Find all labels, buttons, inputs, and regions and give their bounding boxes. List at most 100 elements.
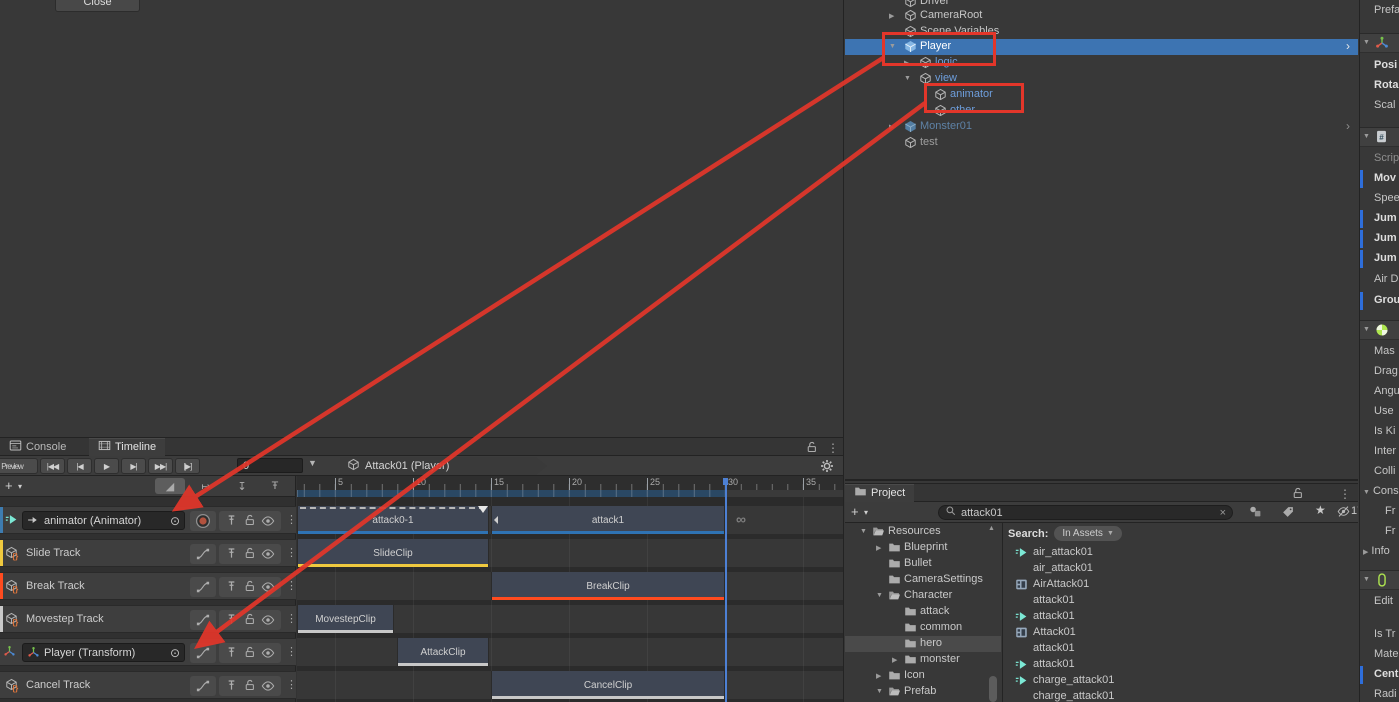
- curves-button[interactable]: [190, 577, 216, 597]
- search-input[interactable]: [961, 507, 1191, 519]
- track-menu-dots-icon[interactable]: ⋮: [286, 646, 297, 658]
- track-header-cancel-track[interactable]: {}Cancel Track⋮: [0, 671, 296, 699]
- lock-icon[interactable]: [1292, 487, 1304, 502]
- marker-pin-toggle[interactable]: Ŧ: [266, 478, 284, 494]
- result-row-charge_attack01[interactable]: charge_attack01: [1003, 689, 1358, 702]
- component-header-capsule[interactable]: ▼: [1360, 570, 1399, 590]
- gear-icon[interactable]: [820, 459, 834, 476]
- go-to-start-button[interactable]: |◀◀: [40, 458, 65, 474]
- clip-cancelclip[interactable]: CancelClip: [491, 671, 725, 699]
- object-picker-icon[interactable]: ⊙: [170, 515, 180, 527]
- track-header-animator-animator-[interactable]: animator (Animator)⊙⋮: [0, 506, 296, 534]
- lock-icon[interactable]: [806, 441, 818, 456]
- result-row-attack01[interactable]: Attack01: [1003, 625, 1358, 641]
- pin-icon[interactable]: [225, 613, 238, 627]
- clip-breakclip[interactable]: BreakClip: [491, 572, 725, 600]
- search-by-type-icon[interactable]: [1249, 505, 1262, 521]
- inspector-foldout-info[interactable]: ▶Info: [1363, 545, 1399, 557]
- pin-icon[interactable]: [225, 646, 238, 660]
- foldout-open-icon[interactable]: ▼: [1363, 576, 1370, 583]
- result-row-attack01[interactable]: attack01: [1003, 609, 1358, 625]
- scroll-up-arrow[interactable]: ▲: [988, 525, 995, 532]
- eye-icon[interactable]: [261, 580, 275, 594]
- mix-mode-button[interactable]: ◢: [155, 478, 185, 494]
- hierarchy-row-cameraroot[interactable]: ▶CameraRoot: [845, 8, 1358, 24]
- track-menu-dots-icon[interactable]: ⋮: [286, 679, 297, 691]
- track-header-slide-track[interactable]: {}Slide Track⋮: [0, 539, 296, 567]
- timeline-ruler[interactable]: 5101520253035: [297, 476, 843, 497]
- previous-frame-button[interactable]: |◀: [67, 458, 92, 474]
- clip-attack1[interactable]: attack1: [491, 506, 725, 534]
- track-menu-dots-icon[interactable]: ⋮: [286, 547, 297, 559]
- folder-row-common[interactable]: common: [845, 620, 1001, 636]
- track-header-player-transform-[interactable]: Player (Transform)⊙ ⋮: [0, 638, 296, 666]
- hidden-packages-icon[interactable]: [1337, 505, 1350, 521]
- foldout-open-icon[interactable]: ▼: [1363, 39, 1370, 46]
- folder-row-monster[interactable]: ▶monster: [845, 652, 1001, 668]
- favorites-star-icon[interactable]: ★: [1315, 503, 1326, 517]
- tab-project[interactable]: Project: [845, 484, 914, 502]
- clip-attackclip[interactable]: AttackClip: [397, 638, 489, 666]
- folder-row-blueprint[interactable]: ▶Blueprint: [845, 540, 1001, 556]
- folder-row-bullet[interactable]: Bullet: [845, 556, 1001, 572]
- clip-slideclip[interactable]: SlideClip: [297, 539, 489, 567]
- chevron-right-icon[interactable]: ›: [1346, 39, 1350, 53]
- result-row-air_attack01[interactable]: air_attack01: [1003, 561, 1358, 577]
- add-asset-dropdown-icon[interactable]: ▾: [864, 508, 868, 517]
- play-range-button[interactable]: [▶]: [175, 458, 200, 474]
- folder-row-resources[interactable]: ▼Resources: [845, 524, 1001, 540]
- tab-timeline[interactable]: Timeline: [89, 438, 165, 456]
- eye-icon[interactable]: [261, 547, 275, 561]
- component-header-transform[interactable]: ▼: [1360, 33, 1399, 53]
- hierarchy-row-view[interactable]: ▼view: [845, 71, 1358, 87]
- record-button[interactable]: [190, 511, 216, 531]
- clip-attack0-1[interactable]: attack0-1: [297, 506, 489, 534]
- result-row-air_attack01[interactable]: air_attack01: [1003, 545, 1358, 561]
- foldout-open-icon[interactable]: ▼: [876, 592, 883, 599]
- add-asset-button[interactable]: +: [851, 504, 859, 519]
- menu-dots-icon[interactable]: ⋮: [827, 441, 839, 455]
- clear-search-icon[interactable]: ×: [1220, 507, 1226, 519]
- folder-row-prefab[interactable]: ▼Prefab: [845, 684, 1001, 700]
- foldout-open-icon[interactable]: ▼: [860, 528, 867, 535]
- add-track-dropdown-icon[interactable]: ▾: [18, 482, 22, 491]
- hierarchy-row-monster01[interactable]: ▶Monster01›: [845, 119, 1358, 135]
- play-button[interactable]: ▶: [94, 458, 119, 474]
- foldout-closed-icon[interactable]: ▶: [889, 123, 894, 131]
- folder-row-hero[interactable]: hero: [845, 636, 1001, 652]
- component-header-rigidbody[interactable]: ▼: [1360, 320, 1399, 340]
- folder-row-icon[interactable]: ▶Icon: [845, 668, 1001, 684]
- search-by-label-icon[interactable]: [1282, 506, 1294, 521]
- foldout-open-icon[interactable]: ▼: [1363, 133, 1370, 140]
- hierarchy-row-test[interactable]: test: [845, 135, 1358, 151]
- timeline-duration-marker[interactable]: [725, 478, 727, 702]
- result-row-airattack01[interactable]: AirAttack01: [1003, 577, 1358, 593]
- eye-icon[interactable]: [261, 646, 275, 660]
- foldout-closed-icon[interactable]: ▶: [889, 12, 894, 20]
- eye-icon[interactable]: [261, 613, 275, 627]
- foldout-open-icon[interactable]: ▼: [1363, 326, 1370, 333]
- lock-icon[interactable]: [244, 547, 256, 561]
- foldout-closed-icon[interactable]: ▶: [876, 672, 881, 680]
- folder-row-camerasettings[interactable]: CameraSettings: [845, 572, 1001, 588]
- foldout-closed-icon[interactable]: ▶: [876, 544, 881, 552]
- result-row-attack01[interactable]: attack01: [1003, 657, 1358, 673]
- eye-icon[interactable]: [261, 679, 275, 693]
- lock-icon[interactable]: [244, 679, 256, 693]
- folder-row-character[interactable]: ▼Character: [845, 588, 1001, 604]
- foldout-open-icon[interactable]: ▼: [904, 75, 911, 82]
- replace-mode-button[interactable]: ↧: [227, 478, 257, 494]
- result-row-attack01[interactable]: attack01: [1003, 641, 1358, 657]
- add-track-button[interactable]: +: [5, 478, 13, 493]
- track-binding-field[interactable]: Player (Transform)⊙: [22, 643, 185, 662]
- lock-icon[interactable]: [244, 646, 256, 660]
- pin-icon[interactable]: [225, 580, 238, 594]
- pin-icon[interactable]: [225, 547, 238, 561]
- lock-icon[interactable]: [244, 613, 256, 627]
- frame-dropdown-icon[interactable]: ▼: [308, 458, 317, 468]
- result-row-charge_attack01[interactable]: charge_attack01: [1003, 673, 1358, 689]
- project-search-field[interactable]: ×: [938, 505, 1233, 520]
- track-menu-dots-icon[interactable]: ⋮: [286, 580, 297, 592]
- lock-icon[interactable]: [244, 580, 256, 594]
- component-header-script[interactable]: ▼#: [1360, 127, 1399, 147]
